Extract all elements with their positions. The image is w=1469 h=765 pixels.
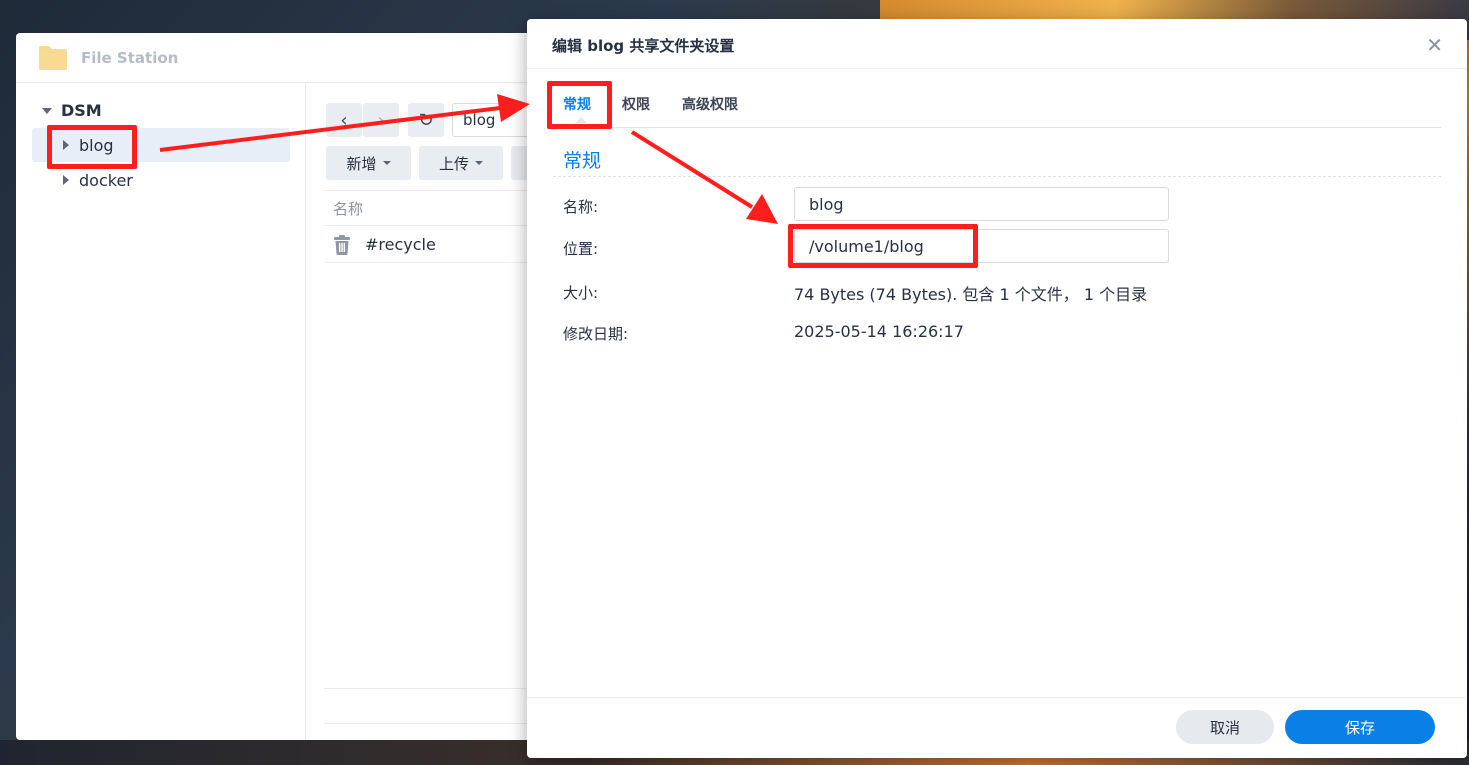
location-label: 位置: xyxy=(563,240,599,258)
window-title: File Station xyxy=(81,49,179,67)
size-label: 大小: xyxy=(563,284,599,302)
folder-icon xyxy=(39,46,67,70)
tab-permissions[interactable]: 权限 xyxy=(622,94,650,114)
divider xyxy=(527,68,1467,69)
tab-advanced-permissions[interactable]: 高级权限 xyxy=(682,94,738,114)
divider xyxy=(324,688,536,689)
upload-button-label: 上传 xyxy=(438,154,469,173)
name-field[interactable]: blog xyxy=(794,187,1169,221)
save-button[interactable]: 保存 xyxy=(1285,710,1435,744)
divider xyxy=(324,723,536,724)
cancel-button[interactable]: 取消 xyxy=(1176,710,1274,744)
refresh-icon: ↻ xyxy=(418,109,434,131)
highlight-box-location xyxy=(788,224,978,268)
modified-date-label: 修改日期: xyxy=(563,325,629,343)
upload-button[interactable]: 上传 xyxy=(419,146,503,180)
highlight-box-blog xyxy=(47,125,137,169)
divider xyxy=(553,176,1441,177)
new-button[interactable]: 新增 xyxy=(326,146,411,180)
edit-shared-folder-dialog: 编辑 blog 共享文件夹设置 ✕ 常规 权限 高级权限 常规 名称: blog… xyxy=(527,19,1467,758)
path-field[interactable]: blog xyxy=(452,103,536,137)
table-row[interactable]: #recycle xyxy=(324,227,536,263)
refresh-button[interactable]: ↻ xyxy=(408,103,444,137)
tree-item-label: docker xyxy=(79,170,133,190)
tab-bar: 常规 权限 高级权限 xyxy=(553,83,1441,128)
divider xyxy=(527,697,1467,698)
close-icon[interactable]: ✕ xyxy=(1426,33,1443,57)
highlight-box-tab xyxy=(547,81,612,129)
new-button-label: 新增 xyxy=(346,154,377,173)
section-title: 常规 xyxy=(563,150,602,172)
caret-down-icon xyxy=(42,107,52,114)
size-value: 74 Bytes (74 Bytes). 包含 1 个文件， 1 个目录 xyxy=(794,285,1148,304)
back-button[interactable]: ‹ xyxy=(326,103,362,137)
name-label: 名称: xyxy=(563,198,599,216)
caret-down-icon xyxy=(382,161,391,165)
modified-date-value: 2025-05-14 16:26:17 xyxy=(794,322,964,341)
forward-button[interactable]: › xyxy=(363,103,399,137)
column-header-name[interactable]: 名称 xyxy=(324,190,536,226)
chevron-right-icon: › xyxy=(377,109,385,131)
chevron-left-icon: ‹ xyxy=(340,109,348,131)
trash-icon xyxy=(334,234,350,255)
tree-root-dsm[interactable]: DSM xyxy=(42,101,102,120)
dialog-title: 编辑 blog 共享文件夹设置 xyxy=(552,37,735,55)
window-titlebar: File Station xyxy=(16,33,536,83)
caret-right-icon xyxy=(63,175,69,185)
file-name: #recycle xyxy=(365,235,436,254)
file-pane: ‹ › ↻ blog 新增 上传 名称 #recycle xyxy=(306,83,536,740)
caret-down-icon xyxy=(475,161,483,165)
tree-root-label: DSM xyxy=(61,101,102,120)
folder-tree: DSM blog docker xyxy=(16,83,306,740)
